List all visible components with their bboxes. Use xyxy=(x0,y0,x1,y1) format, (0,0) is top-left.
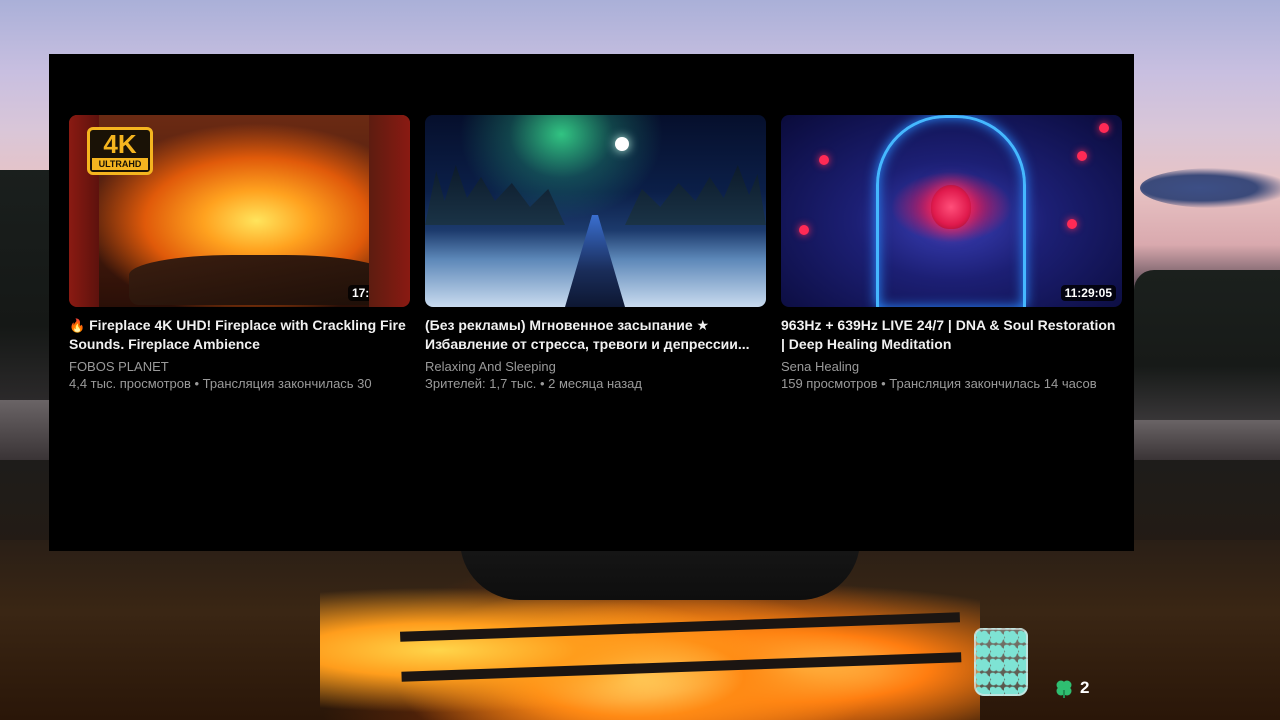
4k-badge-icon: 4K ULTRAHD xyxy=(87,127,153,175)
video-title-text: Fireplace 4K UHD! Fireplace with Crackli… xyxy=(69,317,406,352)
channel-name[interactable]: Relaxing And Sleeping xyxy=(425,358,766,375)
video-thumbnail[interactable] xyxy=(425,115,766,307)
energy-node xyxy=(799,225,809,235)
video-title[interactable]: (Без рекламы) Мгновенное засыпание ★ Изб… xyxy=(425,316,766,354)
river xyxy=(565,215,625,307)
duration-badge: 17:44:20 xyxy=(347,285,404,301)
points-counter[interactable]: 2 xyxy=(1054,678,1089,698)
channel-name[interactable]: Sena Healing xyxy=(781,358,1122,375)
video-grid: 4K ULTRAHD 17:44:20 🔥 Fireplace 4K UHD! … xyxy=(69,115,1122,392)
energy-node xyxy=(1067,219,1077,229)
lake-right xyxy=(1134,420,1280,460)
video-title-line2: Избавление от стресса, тревоги и депресс… xyxy=(425,336,750,352)
energy-node xyxy=(1099,123,1109,133)
energy-node xyxy=(819,155,829,165)
cloud xyxy=(1140,168,1280,208)
video-card[interactable]: 4K ULTRAHD 17:44:20 🔥 Fireplace 4K UHD! … xyxy=(69,115,410,392)
fire-emoji-icon: 🔥 xyxy=(69,318,86,333)
video-thumbnail[interactable]: 4K ULTRAHD 17:44:20 xyxy=(69,115,410,307)
gem-jar-icon[interactable] xyxy=(974,628,1028,696)
duration-badge: 11:29:05 xyxy=(1060,285,1116,301)
video-title[interactable]: 🔥 Fireplace 4K UHD! Fireplace with Crack… xyxy=(69,316,410,354)
video-card[interactable]: 11:29:05 963Hz + 639Hz LIVE 24/7 | DNA &… xyxy=(781,115,1122,392)
video-thumbnail[interactable]: 11:29:05 xyxy=(781,115,1122,307)
channel-name[interactable]: FOBOS PLANET xyxy=(69,358,410,375)
end-screen-panel: 4K ULTRAHD 17:44:20 🔥 Fireplace 4K UHD! … xyxy=(49,54,1134,551)
video-title-line1: (Без рекламы) Мгновенное засыпание ★ xyxy=(425,317,710,333)
badge-4k-text: 4K xyxy=(103,129,137,159)
video-meta: 159 просмотров • Трансляция закончилась … xyxy=(781,376,1097,391)
treeline-right xyxy=(1134,270,1280,430)
clover-icon xyxy=(1056,680,1072,698)
points-value: 2 xyxy=(1080,678,1090,697)
moon-icon xyxy=(615,137,629,151)
forest-right xyxy=(625,165,766,225)
heart-icon xyxy=(931,185,971,229)
video-title[interactable]: 963Hz + 639Hz LIVE 24/7 | DNA & Soul Res… xyxy=(781,316,1122,354)
video-meta: 4,4 тыс. просмотров • Трансляция закончи… xyxy=(69,376,372,391)
video-meta: Зрителей: 1,7 тыс. • 2 месяца назад xyxy=(425,376,642,391)
forest-left xyxy=(425,165,565,225)
video-card[interactable]: (Без рекламы) Мгновенное засыпание ★ Изб… xyxy=(425,115,766,392)
energy-node xyxy=(1077,151,1087,161)
badge-ultrahd-text: ULTRAHD xyxy=(92,158,148,170)
